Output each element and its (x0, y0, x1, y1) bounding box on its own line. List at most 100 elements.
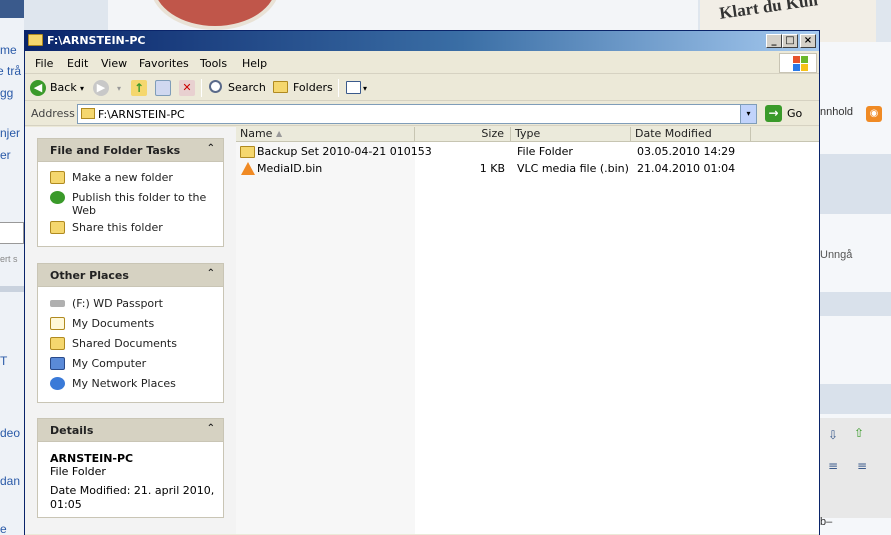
background-link[interactable]: deo (0, 426, 20, 440)
column-header-type[interactable]: Type (511, 127, 631, 142)
background-link[interactable]: e (0, 522, 7, 535)
explorer-window: F:\ARNSTEIN-PC _ □ × File Edit View Favo… (24, 30, 820, 535)
background-left-column (0, 0, 24, 535)
address-dropdown-icon[interactable]: ▾ (740, 105, 756, 123)
file-size: 1 KB (479, 162, 505, 175)
panel-header[interactable]: Other Places ⌃ (37, 263, 224, 287)
collapse-icon[interactable]: ⌃ (207, 143, 215, 154)
menu-view[interactable]: View (101, 57, 127, 70)
task-label: Make a new folder (72, 171, 173, 184)
file-name: MediaID.bin (257, 162, 323, 175)
menu-help[interactable]: Help (242, 57, 267, 70)
globe-icon (50, 191, 65, 204)
menu-favorites[interactable]: Favorites (139, 57, 189, 70)
back-button[interactable]: Back (50, 81, 77, 94)
window-title: F:\ARNSTEIN-PC (47, 34, 146, 47)
go-arrow-icon[interactable]: → (765, 105, 782, 122)
panel-title: File and Folder Tasks (50, 144, 181, 157)
background-left-header (0, 0, 24, 18)
background-link[interactable]: T (0, 354, 7, 368)
background-link[interactable]: dan (0, 474, 20, 488)
details-modified: Date Modified: 21. april 2010, (50, 484, 215, 497)
column-header-date-modified[interactable]: Date Modified (631, 127, 751, 142)
place-label: (F:) WD Passport (72, 297, 163, 310)
move-to-icon[interactable] (155, 80, 171, 96)
search-icon[interactable] (209, 80, 222, 93)
folders-button[interactable]: Folders (293, 81, 333, 94)
file-row[interactable]: MediaID.bin 1 KB VLC media file (.bin) 2… (236, 160, 819, 177)
maximize-button[interactable]: □ (782, 34, 798, 48)
documents-icon (50, 317, 65, 330)
task-label: Publish this folder to the (72, 191, 207, 204)
background-link[interactable]: njer (0, 126, 20, 140)
place-label: My Documents (72, 317, 155, 330)
title-bar[interactable]: F:\ARNSTEIN-PC _ □ × (25, 31, 819, 51)
new-folder-icon (50, 171, 65, 184)
align-center-icon[interactable]: ≡ (826, 459, 840, 473)
close-button[interactable]: × (800, 34, 816, 48)
file-type: VLC media file (.bin) (517, 162, 629, 175)
align-right-icon[interactable]: ≡ (855, 459, 869, 473)
column-header-size[interactable]: Size (415, 127, 511, 142)
rss-icon[interactable]: ◉ (866, 106, 882, 122)
background-caption: ert s (0, 254, 18, 264)
address-input[interactable]: F:\ARNSTEIN-PC ▾ (77, 104, 757, 124)
file-date: 21.04.2010 01:04 (637, 162, 736, 175)
background-link[interactable]: e trå (0, 64, 21, 78)
file-folder-tasks-panel: File and Folder Tasks ⌃ Make a new folde… (37, 138, 224, 247)
back-arrow-icon[interactable]: ◀ (30, 80, 46, 96)
file-row[interactable]: Backup Set 2010-04-21 010153 File Folder… (236, 143, 819, 160)
folder-icon (28, 34, 43, 46)
minimize-button[interactable]: _ (766, 34, 782, 48)
vlc-icon (241, 162, 255, 175)
menu-bar: File Edit View Favorites Tools Help (25, 52, 819, 74)
column-label: Name (240, 127, 273, 140)
folders-icon[interactable] (273, 81, 288, 93)
content-area: File and Folder Tasks ⌃ Make a new folde… (25, 127, 819, 534)
column-header-name[interactable]: Name ▲ (236, 127, 415, 142)
menu-tools[interactable]: Tools (200, 57, 227, 70)
menu-file[interactable]: File (35, 57, 53, 70)
background-link[interactable]: me (0, 43, 17, 57)
back-dropdown-icon[interactable]: ▾ (80, 84, 84, 93)
task-pane: File and Folder Tasks ⌃ Make a new folde… (25, 127, 236, 534)
delete-icon[interactable]: ✕ (179, 80, 195, 96)
background-input[interactable] (0, 222, 24, 244)
details-name: ARNSTEIN-PC (50, 452, 134, 465)
shared-folder-icon (50, 337, 65, 350)
panel-header[interactable]: File and Folder Tasks ⌃ (37, 138, 224, 162)
panel-title: Other Places (50, 269, 129, 282)
background-link[interactable]: er (0, 148, 11, 162)
menu-edit[interactable]: Edit (67, 57, 88, 70)
toolbar-separator (338, 79, 339, 97)
download-icon[interactable]: ⇩ (826, 428, 840, 442)
up-folder-icon[interactable]: ↑ (131, 80, 147, 96)
forward-arrow-icon[interactable]: ▶ (93, 80, 109, 96)
views-icon[interactable] (346, 81, 361, 94)
background-right-band (820, 292, 891, 316)
folder-icon (240, 146, 255, 158)
details-type: File Folder (50, 465, 106, 478)
collapse-icon[interactable]: ⌃ (207, 268, 215, 279)
upload-icon[interactable]: ⇧ (852, 426, 866, 440)
panel-title: Details (50, 424, 94, 437)
views-dropdown-icon[interactable]: ▾ (363, 84, 367, 93)
standard-toolbar: ◀ Back ▾ ▶ ▾ ↑ ✕ Search Folders ▾ (25, 75, 819, 101)
background-link[interactable]: gg (0, 86, 13, 100)
background-right-link[interactable]: nnhold (820, 106, 853, 118)
file-list: Name ▲ Size Type Date Modified Backup Se… (236, 127, 819, 534)
panel-body: Make a new folder Publish this folder to… (37, 162, 224, 247)
search-button[interactable]: Search (228, 81, 266, 94)
go-button[interactable]: Go (787, 107, 802, 120)
place-label: My Computer (72, 357, 147, 370)
toolbar-separator (201, 79, 202, 97)
collapse-icon[interactable]: ⌃ (207, 423, 215, 434)
sorted-column-highlight (236, 142, 415, 534)
place-label: Shared Documents (72, 337, 177, 350)
task-label: Web (72, 204, 96, 217)
sort-ascending-icon: ▲ (276, 129, 283, 138)
details-modified-time: 01:05 (50, 498, 82, 511)
forward-dropdown-icon[interactable]: ▾ (117, 84, 121, 93)
panel-header[interactable]: Details ⌃ (37, 418, 224, 442)
panel-body: ARNSTEIN-PC File Folder Date Modified: 2… (37, 442, 224, 518)
